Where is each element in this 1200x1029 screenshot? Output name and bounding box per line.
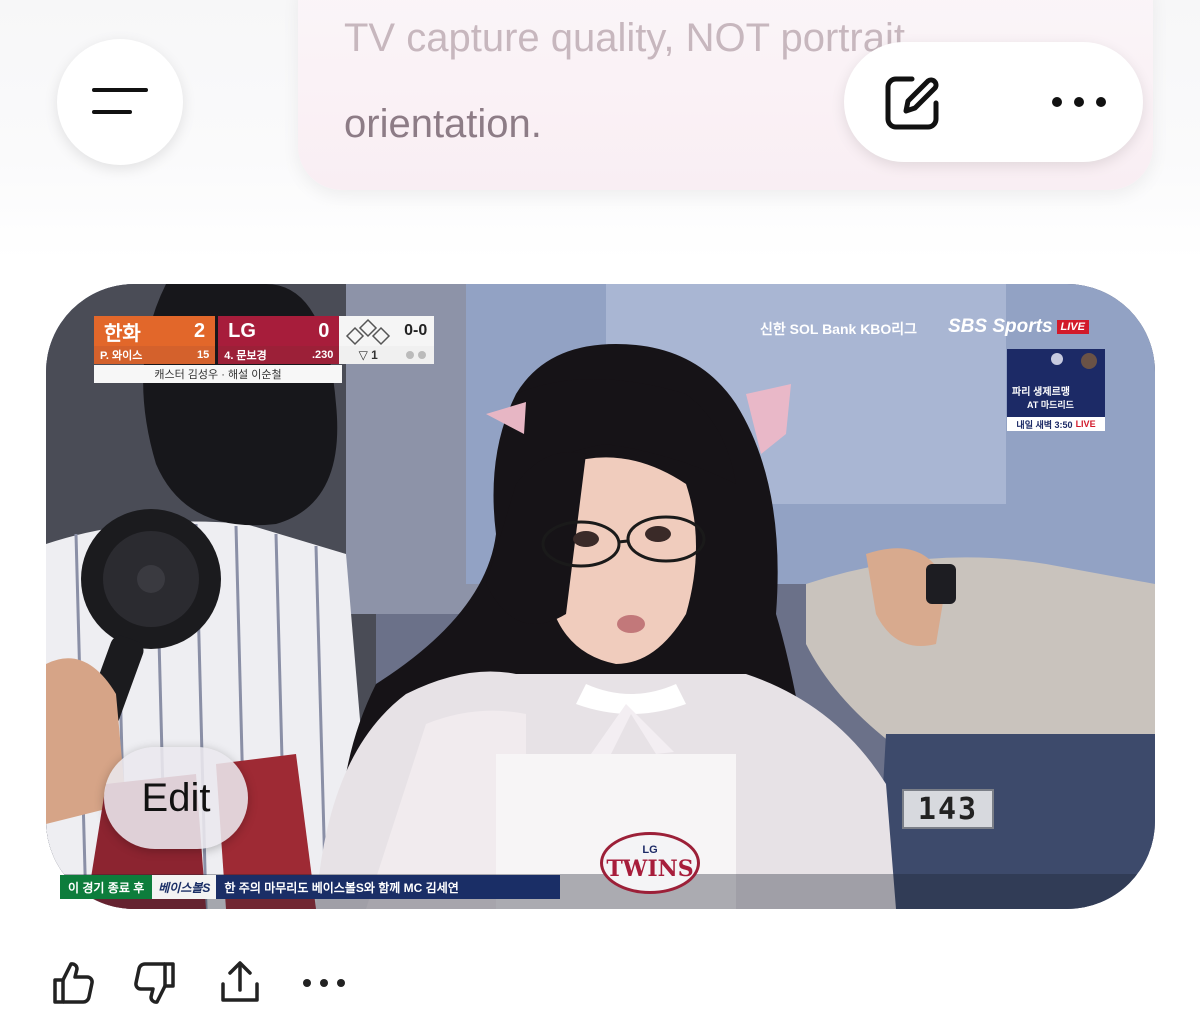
league-bug: 신한 SOL Bank KBO리그 <box>760 321 918 337</box>
compose-icon <box>885 76 939 130</box>
live-badge: LIVE <box>1056 320 1089 334</box>
menu-icon <box>92 88 148 114</box>
compose-button[interactable] <box>882 71 944 133</box>
inning-indicator: ▽ 1 <box>339 346 397 364</box>
team-logo-badge: LG TWINS <box>600 832 700 894</box>
more-icon <box>303 979 345 987</box>
scoreboard-team2: LG 0 <box>218 316 340 346</box>
network-logo: SBS Sports LIVE <box>948 316 1089 338</box>
promo-time: 내일 새벽 3:50 <box>1016 419 1073 430</box>
promo-team1: 파리 생제르맹 <box>1012 387 1070 398</box>
batter-name: 4. 문보경 <box>224 350 267 362</box>
more-actions-button[interactable] <box>301 977 347 989</box>
prompt-line-2: orientation. <box>344 102 542 146</box>
edit-image-button[interactable]: Edit <box>104 747 248 849</box>
ticker-program: 베이스볼S <box>152 875 217 899</box>
ball-strike-count: 0-0 <box>397 316 434 346</box>
team1-name: 한화 <box>104 322 141 345</box>
seat-number: 143 <box>902 789 994 829</box>
news-ticker: 이 경기 종료 후 베이스볼S 한 주의 마무리도 베이스볼S와 함께 MC 김… <box>60 875 560 899</box>
more-options-button[interactable] <box>1049 95 1109 109</box>
scoreboard-team1: 한화 2 <box>94 316 216 346</box>
commentators-line: 캐스터 김성우 · 해설 이순철 <box>94 365 342 383</box>
bases-diamond-icon <box>339 316 398 346</box>
ticker-label: 이 경기 종료 후 <box>60 875 153 899</box>
promo-live: LIVE <box>1075 419 1096 429</box>
ticker-text: 한 주의 마무리도 베이스볼S와 함께 MC 김세연 <box>216 875 560 899</box>
upcoming-match-promo: 파리 생제르맹 AT 마드리드 내일 새벽 3:50 LIVE <box>1007 349 1105 431</box>
batter-avg: .230 <box>311 349 334 361</box>
promo-team2: AT 마드리드 <box>1027 400 1074 410</box>
out-dots-icon <box>396 346 434 364</box>
share-icon <box>221 961 259 1002</box>
player-silhouette-icon <box>1051 353 1097 369</box>
thumbs-up-icon <box>53 962 94 1004</box>
team2-name: LG <box>228 319 256 342</box>
more-icon <box>1052 97 1106 107</box>
team-logo-text: TWINS <box>606 856 694 882</box>
pitcher-number: 15 <box>196 349 210 361</box>
batter-info: 4. 문보경 .230 <box>218 346 340 364</box>
share-button[interactable] <box>217 960 263 1006</box>
thumbs-down-button[interactable] <box>133 960 179 1006</box>
header-action-group <box>844 42 1143 162</box>
prompt-line-1: TV capture quality, NOT portrait <box>344 16 905 60</box>
network-name: SBS Sports <box>948 316 1053 337</box>
team-logo-top: LG <box>642 844 658 856</box>
menu-button[interactable] <box>57 39 183 165</box>
pitcher-name: P. 와이스 <box>100 350 143 362</box>
team1-score: 2 <box>194 319 206 342</box>
message-actions <box>49 955 385 1011</box>
promo-time-bar: 내일 새벽 3:50 LIVE <box>1007 417 1105 431</box>
thumbs-up-button[interactable] <box>49 960 95 1006</box>
thumbs-down-icon <box>134 962 175 1004</box>
team2-score: 0 <box>318 319 330 342</box>
scoreboard-overlay: 한화 2 LG 0 0-0 P. 와이스 15 4. 문보경 .230 ▽ 1 <box>94 316 434 384</box>
pitcher-info: P. 와이스 15 <box>94 346 216 364</box>
